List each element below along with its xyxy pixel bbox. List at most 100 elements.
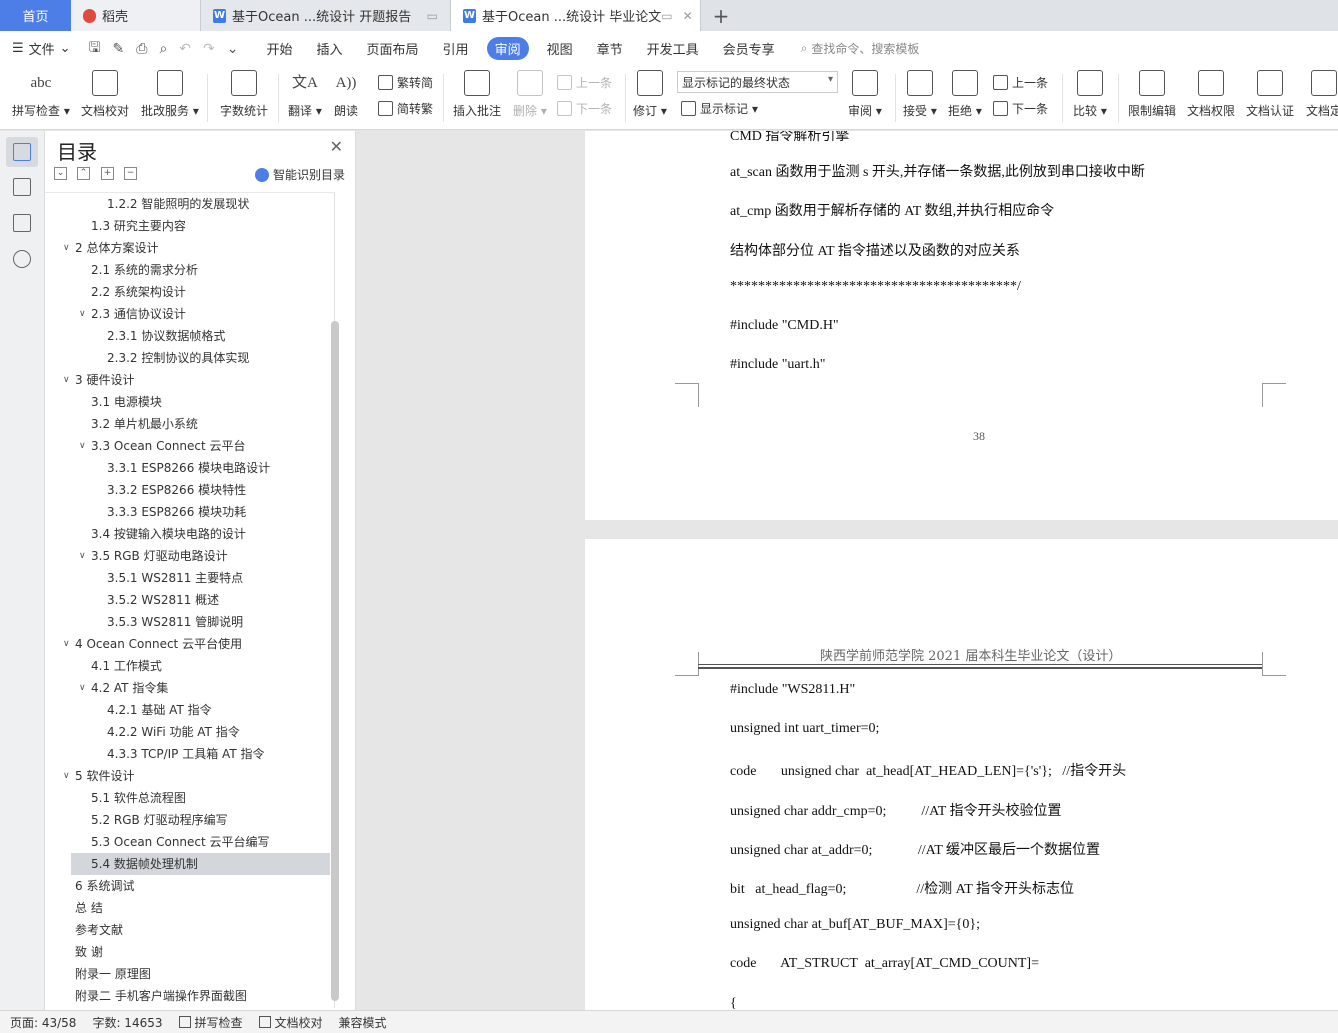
paragraph[interactable]: ****************************************… — [730, 279, 1021, 295]
toc-item[interactable]: 4.2.1 基础 AT 指令 — [71, 699, 330, 721]
simp-to-trad-button[interactable]: 简转繁 — [378, 100, 433, 117]
toc-item[interactable]: 附录二 手机客户端操作界面截图 — [71, 985, 330, 1007]
spell-check-button[interactable]: abc 拼写检查 ▾ — [12, 70, 70, 119]
menu-references[interactable]: 引用 — [443, 39, 469, 58]
smart-toc-button[interactable]: 智能识别目录 — [254, 166, 345, 183]
status-spell-check[interactable]: 拼写检查 — [178, 1014, 243, 1031]
chevron-down-icon[interactable]: ∨ — [79, 545, 86, 567]
paragraph[interactable]: code unsigned char at_head[AT_HEAD_LEN]=… — [730, 760, 1126, 780]
toc-item[interactable]: 3.5.2 WS2811 概述 — [71, 589, 330, 611]
word-count-button[interactable]: 字数统计 — [220, 70, 268, 119]
remove-icon[interactable]: − — [124, 167, 137, 180]
toc-scrollbar[interactable] — [331, 321, 339, 1001]
menu-chapter[interactable]: 章节 — [597, 39, 623, 58]
paragraph[interactable]: #include "CMD.H" — [730, 318, 839, 334]
toc-item[interactable]: 4.1 工作模式 — [71, 655, 330, 677]
tab-display-icon[interactable]: ▭ — [661, 9, 672, 23]
toc-item[interactable]: 3.5.1 WS2811 主要特点 — [71, 567, 330, 589]
print-preview-icon[interactable]: ⌕ — [159, 41, 167, 57]
bookmark-icon[interactable] — [13, 214, 31, 232]
trad-to-simp-button[interactable]: 繁转简 — [378, 74, 433, 91]
toc-item[interactable]: 5.2 RGB 灯驱动程序编写 — [71, 809, 330, 831]
close-tab-icon[interactable]: ✕ — [683, 9, 693, 23]
track-changes-button[interactable]: 修订 ▾ — [633, 70, 667, 119]
toc-item[interactable]: 5.1 软件总流程图 — [71, 787, 330, 809]
add-icon[interactable]: + — [101, 167, 114, 180]
chapter-nav-icon[interactable] — [13, 178, 31, 196]
toc-item[interactable]: 2.2 系统架构设计 — [71, 281, 330, 303]
menu-vip[interactable]: 会员专享 — [723, 39, 775, 58]
paragraph[interactable]: unsigned char addr_cmp=0; //AT 指令开头校验位置 — [730, 800, 1062, 820]
toc-item[interactable]: ∨ 3 硬件设计 — [63, 369, 330, 391]
paragraph[interactable]: CMD 指令解析引擎 — [730, 131, 849, 145]
toc-item[interactable]: 总 结 — [71, 897, 330, 919]
new-tab-button[interactable]: + — [701, 0, 741, 31]
toc-item[interactable]: ∨ 4 Ocean Connect 云平台使用 — [63, 633, 330, 655]
chevron-down-icon[interactable]: ∨ — [79, 677, 86, 699]
close-icon[interactable]: ✕ — [330, 137, 343, 156]
paragraph[interactable]: #include "WS2811.H" — [730, 682, 855, 698]
toc-item[interactable]: 5.4 数据帧处理机制 — [71, 853, 330, 875]
toc-item[interactable]: 3.3.2 ESP8266 模块特性 — [71, 479, 330, 501]
prev-change-button[interactable]: 上一条 — [993, 74, 1048, 91]
restrict-edit-button[interactable]: 限制编辑 — [1128, 70, 1176, 119]
toc-item[interactable]: 附录一 原理图 — [71, 963, 330, 985]
accept-button[interactable]: 接受 ▾ — [903, 70, 937, 119]
command-search[interactable]: ⌕ 查找命令、搜索模板 — [801, 40, 920, 57]
word-count[interactable]: 字数: 14653 — [92, 1014, 162, 1031]
chevron-down-icon[interactable]: ∨ — [79, 303, 86, 325]
batch-service-button[interactable]: 批改服务 ▾ — [141, 70, 199, 119]
tab-docer[interactable]: 稻壳 — [71, 0, 201, 31]
toc-item[interactable]: 3.3.1 ESP8266 模块电路设计 — [71, 457, 330, 479]
toc-item[interactable]: 6 系统调试 — [71, 875, 330, 897]
markup-state-select[interactable]: 显示标记的最终状态 — [677, 71, 838, 93]
toc-item[interactable]: ∨ 3.3 Ocean Connect 云平台 — [71, 435, 330, 457]
expand-up-icon[interactable]: ⌃ — [77, 167, 90, 180]
next-comment-button[interactable]: 下一条 — [557, 100, 612, 117]
translate-button[interactable]: 文A 翻译 ▾ — [288, 70, 322, 119]
prev-comment-button[interactable]: 上一条 — [557, 74, 612, 91]
tab-thesis-doc[interactable]: W 基于Ocean ...统设计 毕业论文 ▭ ✕ — [451, 0, 701, 31]
save-icon[interactable]: 🖫 — [89, 37, 101, 61]
doc-certify-button[interactable]: 文档认证 — [1246, 70, 1294, 119]
undo-icon[interactable]: ↶ — [179, 41, 191, 57]
toc-item[interactable]: 致 谢 — [71, 941, 330, 963]
doc-finalize-button[interactable]: 文档定 — [1306, 70, 1338, 119]
toc-item[interactable]: ∨ 2.3 通信协议设计 — [71, 303, 330, 325]
paragraph[interactable]: 结构体部分位 AT 指令描述以及函数的对应关系 — [730, 240, 1020, 260]
more-icon[interactable]: ⌄ — [227, 41, 239, 57]
toc-item[interactable]: 1.3 研究主要内容 — [71, 215, 330, 237]
compare-button[interactable]: 比较 ▾ — [1073, 70, 1107, 119]
toc-item[interactable]: 2.3.2 控制协议的具体实现 — [71, 347, 330, 369]
toc-item[interactable]: 2.3.1 协议数据帧格式 — [71, 325, 330, 347]
menu-review[interactable]: 审阅 — [486, 37, 529, 60]
menu-layout[interactable]: 页面布局 — [367, 39, 419, 58]
menu-insert[interactable]: 插入 — [317, 39, 343, 58]
toc-item[interactable]: 5.3 Ocean Connect 云平台编写 — [71, 831, 330, 853]
next-change-button[interactable]: 下一条 — [993, 100, 1048, 117]
paragraph[interactable]: unsigned char at_addr=0; //AT 缓冲区最后一个数据位… — [730, 839, 1100, 859]
doc-permission-button[interactable]: 文档权限 — [1187, 70, 1235, 119]
toc-item[interactable]: ∨ 4.2 AT 指令集 — [71, 677, 330, 699]
tab-home[interactable]: 首页 — [0, 0, 71, 31]
paragraph[interactable]: { — [730, 996, 737, 1010]
page-indicator[interactable]: 页面: 43/58 — [10, 1014, 76, 1031]
toc-item[interactable]: ∨ 3.5 RGB 灯驱动电路设计 — [71, 545, 330, 567]
menu-view[interactable]: 视图 — [547, 39, 573, 58]
chevron-down-icon[interactable]: ∨ — [63, 369, 70, 391]
paragraph[interactable]: #include "uart.h" — [730, 357, 825, 373]
chevron-down-icon[interactable]: ∨ — [63, 237, 70, 259]
print-icon[interactable]: ⎙ — [136, 41, 147, 57]
delete-comment-button[interactable]: 删除 ▾ — [513, 70, 547, 119]
toc-item[interactable]: 2.1 系统的需求分析 — [71, 259, 330, 281]
menu-start[interactable]: 开始 — [267, 39, 293, 58]
toc-nav-icon[interactable] — [13, 143, 31, 161]
chevron-down-icon[interactable]: ∨ — [63, 765, 70, 787]
review-pane-button[interactable]: 审阅 ▾ — [848, 70, 882, 119]
toc-item[interactable]: 3.5.3 WS2811 管脚说明 — [71, 611, 330, 633]
toc-item[interactable]: 3.3.3 ESP8266 模块功耗 — [71, 501, 330, 523]
read-aloud-button[interactable]: A)) 朗读 — [333, 70, 359, 119]
paragraph[interactable]: unsigned char at_buf[AT_BUF_MAX]={0}; — [730, 917, 980, 933]
toc-item[interactable]: 参考文献 — [71, 919, 330, 941]
collapse-all-icon[interactable]: ⌄ — [54, 167, 67, 180]
